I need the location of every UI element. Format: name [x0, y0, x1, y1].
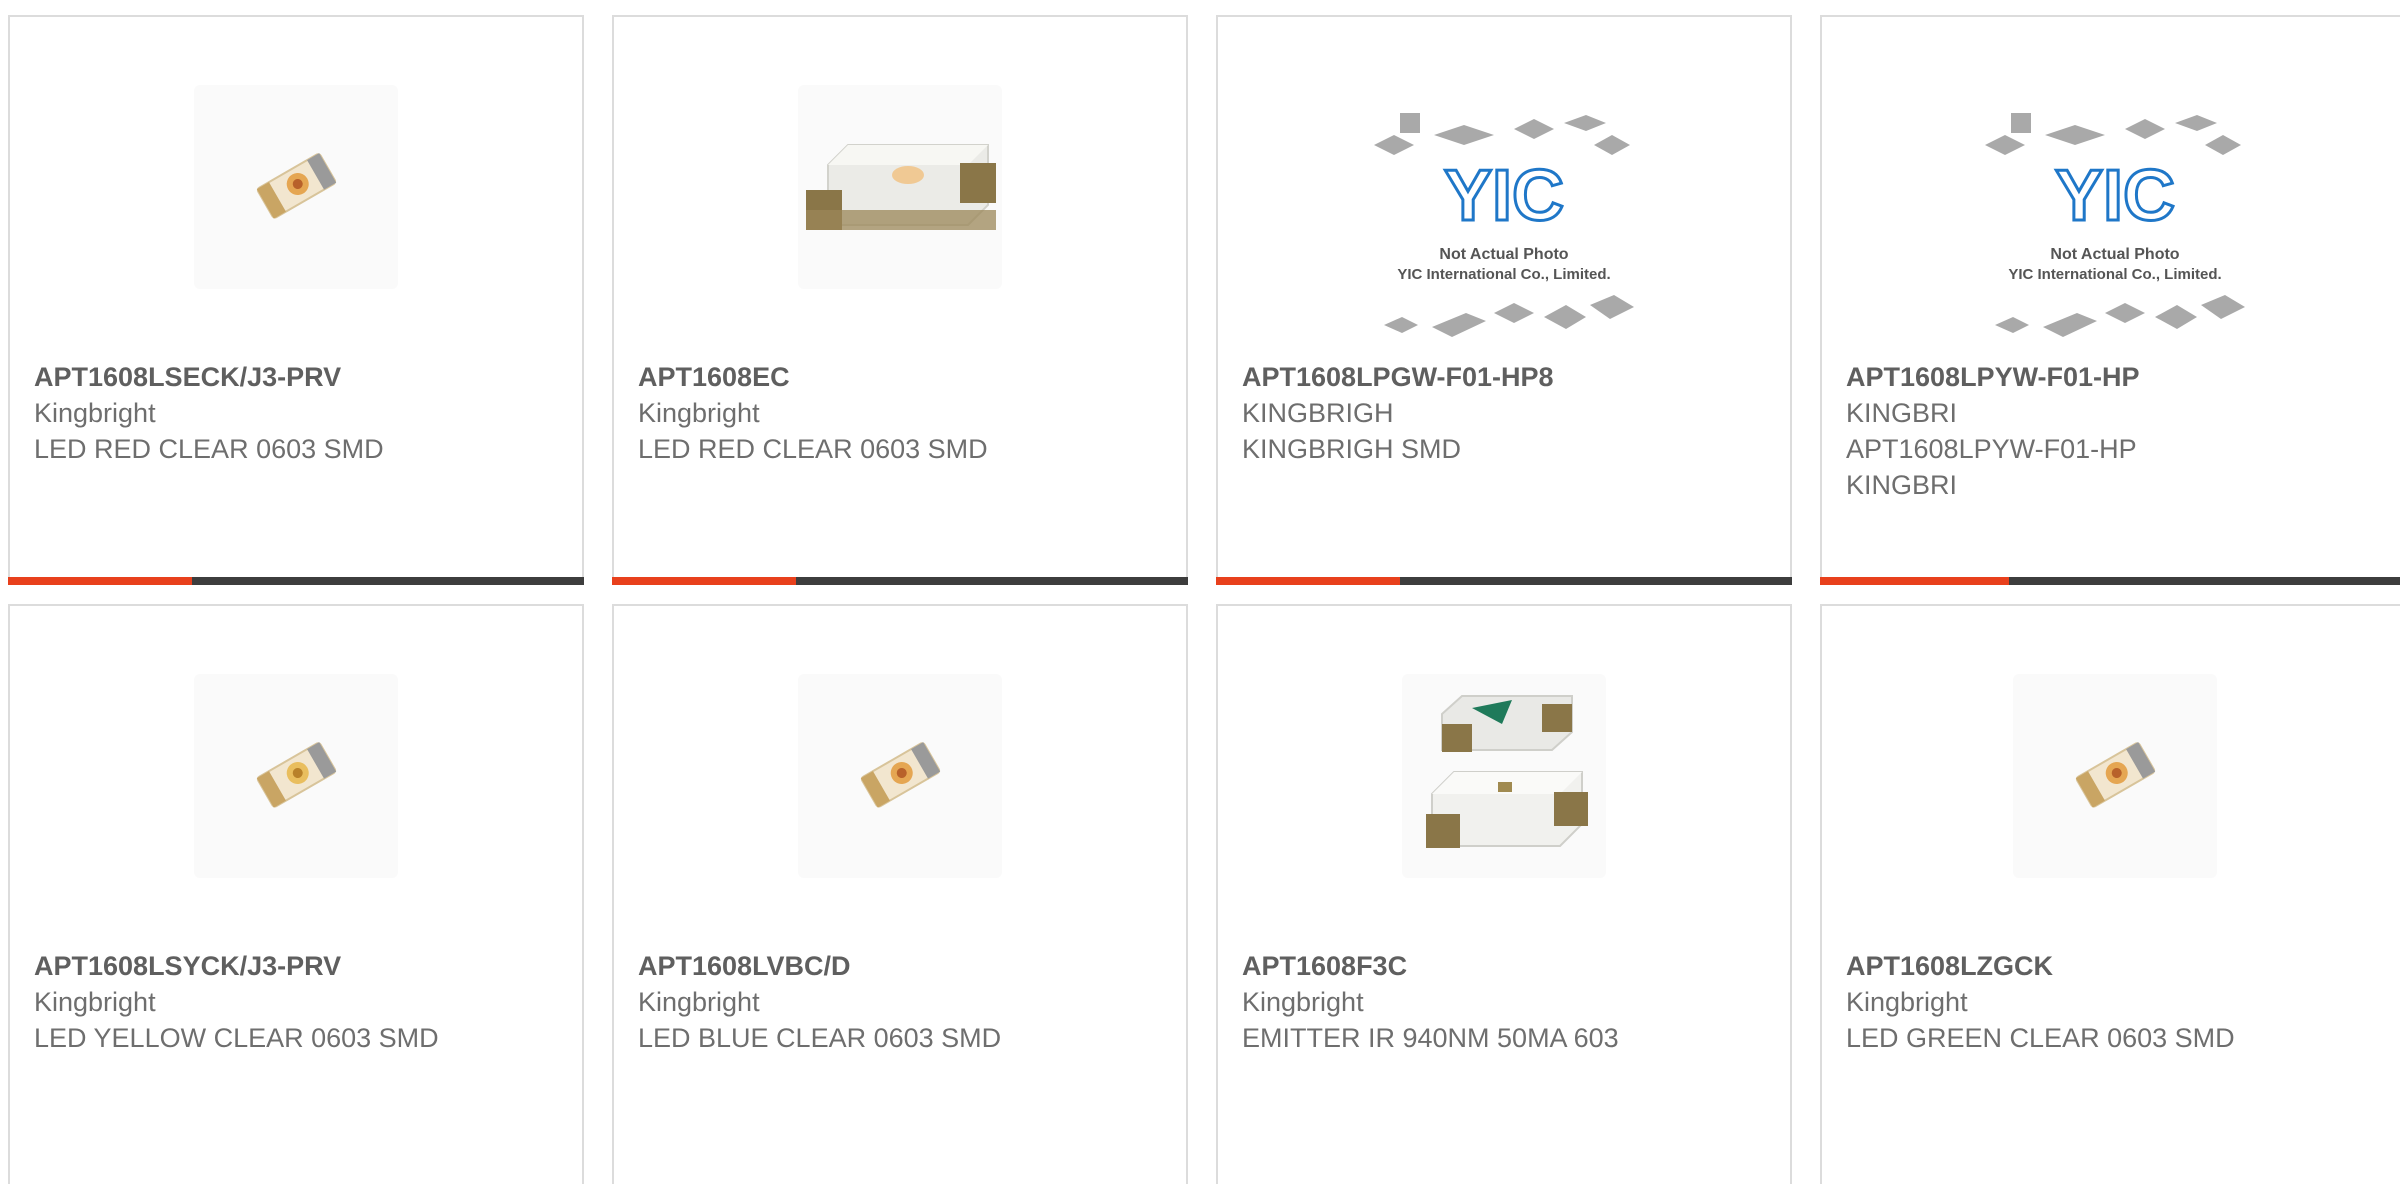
- product-image[interactable]: [1402, 674, 1606, 878]
- stock-bar: [8, 577, 584, 585]
- description: LED YELLOW CLEAR 0603 SMD: [34, 1023, 439, 1053]
- logo-text: YIC: [1444, 156, 1564, 236]
- description: LED RED CLEAR 0603 SMD: [638, 434, 988, 464]
- description: APT1608LPYW-F01-HP KINGBRI: [1846, 434, 2137, 500]
- stock-bar-fill: [1216, 577, 1401, 585]
- part-number[interactable]: APT1608LZGCK: [1846, 948, 2392, 984]
- part-number[interactable]: APT1608EC: [638, 359, 1170, 395]
- placeholder-company: YIC International Co., Limited.: [2008, 266, 2221, 283]
- not-actual-photo-icon: YIC Not Actual Photo YIC International C…: [1985, 113, 2245, 337]
- part-number[interactable]: APT1608LPGW-F01-HP8: [1242, 359, 1774, 395]
- product-image[interactable]: [2013, 674, 2217, 878]
- ir-emitter-icon: [1426, 695, 1588, 848]
- product-card[interactable]: APT1608F3C Kingbright EMITTER IR 940NM 5…: [1216, 604, 1792, 1184]
- product-image[interactable]: [798, 674, 1002, 878]
- manufacturer: Kingbright: [34, 987, 156, 1017]
- product-image[interactable]: [194, 85, 398, 289]
- logo-text: YIC: [2055, 156, 2175, 236]
- part-number[interactable]: APT1608LPYW-F01-HP: [1846, 359, 2208, 395]
- stock-bar: [1820, 577, 2400, 585]
- placeholder-company: YIC International Co., Limited.: [1397, 266, 1610, 283]
- product-card[interactable]: APT1608LSECK/J3-PRV Kingbright LED RED C…: [8, 15, 584, 585]
- led-smd-large-icon: [806, 144, 996, 230]
- stock-bar: [1216, 577, 1792, 585]
- led-smd-icon: [860, 742, 941, 808]
- product-card[interactable]: APT1608LSYCK/J3-PRV Kingbright LED YELLO…: [8, 604, 584, 1184]
- manufacturer: Kingbright: [1846, 987, 1968, 1017]
- stock-bar-fill: [8, 577, 193, 585]
- product-card[interactable]: YIC Not Actual Photo YIC International C…: [1820, 15, 2400, 585]
- description: LED GREEN CLEAR 0603 SMD: [1846, 1023, 2235, 1053]
- led-smd-icon: [2075, 742, 2156, 808]
- manufacturer: Kingbright: [638, 398, 760, 428]
- stock-bar-fill: [612, 577, 797, 585]
- product-card[interactable]: APT1608LZGCK Kingbright LED GREEN CLEAR …: [1820, 604, 2400, 1184]
- placeholder-note: Not Actual Photo: [2050, 246, 2179, 263]
- stock-bar-fill: [1820, 577, 2009, 585]
- manufacturer: KINGBRIGH: [1242, 398, 1394, 428]
- part-number[interactable]: APT1608LVBC/D: [638, 948, 1170, 984]
- description: LED BLUE CLEAR 0603 SMD: [638, 1023, 1002, 1053]
- product-image[interactable]: [798, 85, 1002, 289]
- part-number[interactable]: APT1608LSECK/J3-PRV: [34, 359, 566, 395]
- led-smd-icon: [256, 742, 337, 808]
- product-image[interactable]: [194, 674, 398, 878]
- manufacturer: Kingbright: [34, 398, 156, 428]
- part-number[interactable]: APT1608F3C: [1242, 948, 1774, 984]
- product-image[interactable]: YIC Not Actual Photo YIC International C…: [1354, 105, 1654, 365]
- product-image[interactable]: YIC Not Actual Photo YIC International C…: [1965, 105, 2265, 365]
- led-smd-icon: [256, 153, 337, 219]
- stock-bar: [612, 577, 1188, 585]
- description: KINGBRIGH SMD: [1242, 434, 1462, 464]
- description: LED RED CLEAR 0603 SMD: [34, 434, 384, 464]
- description: EMITTER IR 940NM 50MA 603: [1242, 1023, 1619, 1053]
- manufacturer: KINGBRI: [1846, 398, 1958, 428]
- part-number[interactable]: APT1608LSYCK/J3-PRV: [34, 948, 566, 984]
- product-card[interactable]: APT1608EC Kingbright LED RED CLEAR 0603 …: [612, 15, 1188, 585]
- placeholder-note: Not Actual Photo: [1439, 246, 1568, 263]
- manufacturer: Kingbright: [1242, 987, 1364, 1017]
- product-card[interactable]: APT1608LVBC/D Kingbright LED BLUE CLEAR …: [612, 604, 1188, 1184]
- not-actual-photo-icon: YIC Not Actual Photo YIC International C…: [1374, 113, 1634, 337]
- product-card[interactable]: YIC Not Actual Photo YIC International C…: [1216, 15, 1792, 585]
- manufacturer: Kingbright: [638, 987, 760, 1017]
